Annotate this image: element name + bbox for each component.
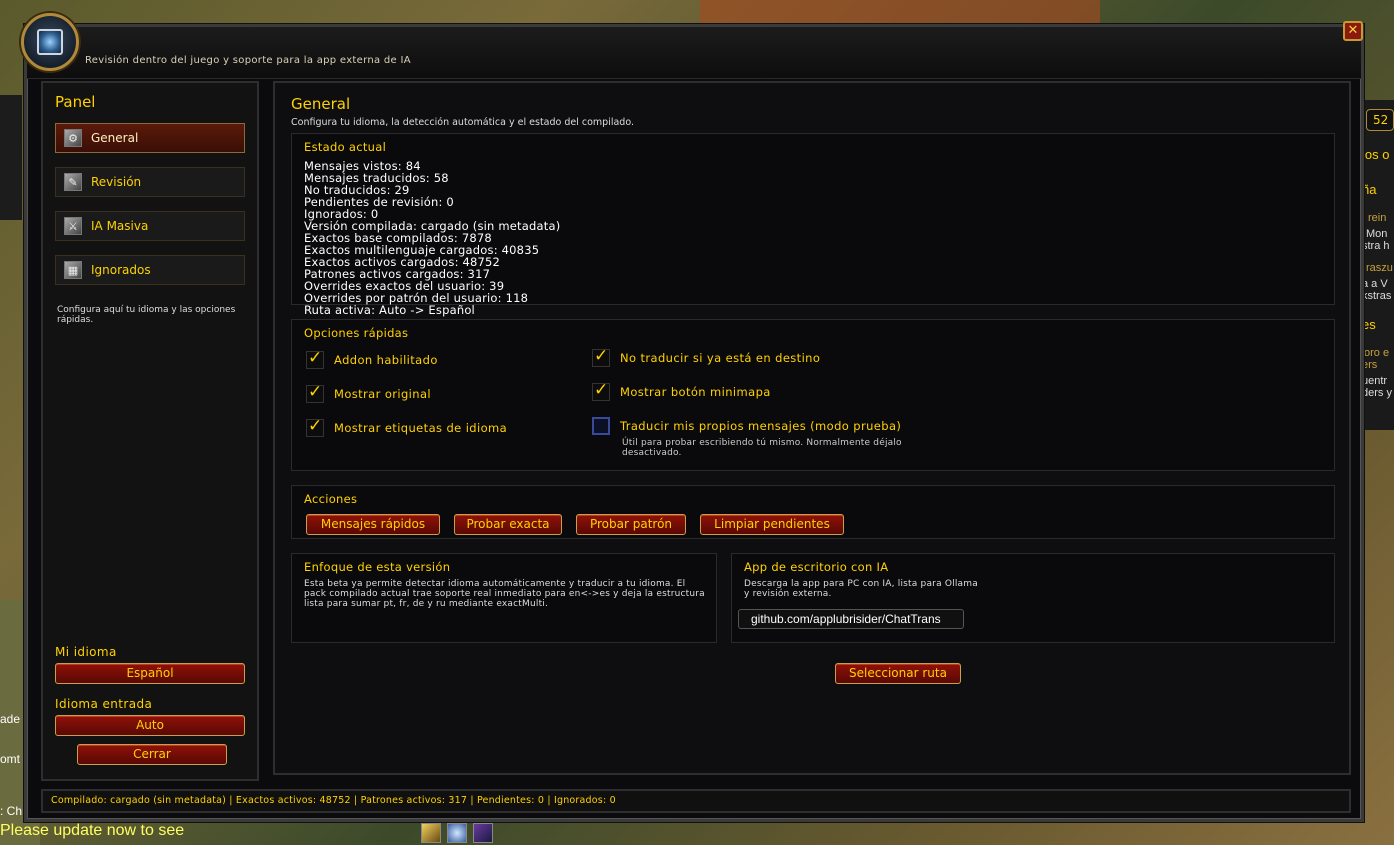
- checkmark-icon: [306, 382, 324, 403]
- background-text: oro e: [1364, 347, 1390, 359]
- window-titlebar: Revisión dentro del juego y soporte para…: [21, 13, 1363, 79]
- sidebar-item-label: Revisión: [91, 175, 142, 189]
- actions-title: Acciones: [304, 492, 358, 506]
- sidebar-help-text: Configura aquí tu idioma y las opciones …: [57, 305, 236, 325]
- action-bar-icon[interactable]: [473, 823, 493, 843]
- addon-window: Revisión dentro del juego y soporte para…: [21, 13, 1364, 822]
- test-pattern-button[interactable]: Probar patrón: [576, 514, 686, 535]
- sidebar-item-ignorados[interactable]: ▦ Ignorados: [55, 255, 245, 285]
- quick-options-section: Opciones rápidas Addon habilitado Mostra…: [291, 319, 1335, 471]
- input-language-dropdown[interactable]: Auto: [55, 715, 245, 736]
- background-text: ade: [0, 712, 21, 726]
- checkbox-label: Addon habilitado: [334, 353, 438, 367]
- desktop-app-text: Descarga la app para PC con IA, lista pa…: [744, 579, 978, 599]
- checkbox-empty-icon: [592, 417, 610, 435]
- addon-logo-icon: [37, 29, 63, 55]
- checkmark-icon: [306, 416, 324, 437]
- my-language-label: Mi idioma: [55, 645, 117, 659]
- background-text: ders y: [1362, 387, 1392, 399]
- select-path-button[interactable]: Seleccionar ruta: [835, 663, 961, 684]
- sidebar-title: Panel: [55, 93, 96, 111]
- checkbox-label: Mostrar etiquetas de idioma: [334, 421, 508, 435]
- background-text: a a V: [1362, 278, 1388, 290]
- action-bar-icon[interactable]: [447, 823, 467, 843]
- my-language-dropdown[interactable]: Español: [55, 663, 245, 684]
- checkbox-label: No traducir si ya está en destino: [620, 351, 821, 365]
- checkmark-icon: [306, 348, 324, 369]
- background-warning-text: Please update now to see: [0, 822, 185, 839]
- gear-icon: ⚙: [64, 129, 82, 147]
- addon-enabled-checkbox[interactable]: Addon habilitado: [306, 348, 438, 369]
- translate-own-messages-checkbox[interactable]: Traducir mis propios mensajes (modo prue…: [592, 417, 901, 435]
- status-bar: Compilado: cargado (sin metadata) | Exac…: [41, 789, 1351, 813]
- status-lines: Mensajes vistos: 84 Mensajes traducidos:…: [304, 160, 560, 316]
- checkbox-label: Mostrar botón minimapa: [620, 385, 771, 399]
- background-text: kstras: [1362, 290, 1392, 302]
- status-section: Estado actual Mensajes vistos: 84 Mensaj…: [291, 133, 1335, 316]
- checkbox-label: Traducir mis propios mensajes (modo prue…: [620, 419, 902, 433]
- sidebar-item-general[interactable]: ⚙ General: [55, 123, 245, 153]
- quill-icon: ✎: [64, 173, 82, 191]
- focus-section: Enfoque de esta versión Esta beta ya per…: [291, 553, 717, 643]
- status-line: Ruta activa: Auto -> Español: [304, 303, 475, 317]
- background-text: es: [1362, 317, 1376, 332]
- desktop-app-section: App de escritorio con IA Descarga la app…: [731, 553, 1335, 643]
- focus-title: Enfoque de esta versión: [304, 560, 451, 574]
- sidebar-item-ia-masiva[interactable]: ⚔ IA Masiva: [55, 211, 245, 241]
- background-text: raszu: [1366, 262, 1393, 274]
- show-language-tags-checkbox[interactable]: Mostrar etiquetas de idioma: [306, 416, 508, 437]
- close-icon[interactable]: ✕: [1343, 21, 1363, 41]
- background-text: omt: [0, 752, 21, 766]
- sidebar-item-label: Ignorados: [91, 263, 151, 277]
- focus-text: Esta beta ya permite detectar idioma aut…: [304, 579, 705, 609]
- show-minimap-button-checkbox[interactable]: Mostrar botón minimapa: [592, 380, 771, 401]
- input-language-label: Idioma entrada: [55, 697, 153, 711]
- translate-own-note: Útil para probar escribiendo tú mismo. N…: [622, 438, 902, 458]
- status-section-title: Estado actual: [304, 140, 387, 154]
- background-text: Mon: [1366, 228, 1388, 240]
- show-original-checkbox[interactable]: Mostrar original: [306, 382, 432, 403]
- background-text: : Ch: [0, 804, 23, 818]
- background-text: los o: [1362, 147, 1390, 162]
- background-text: ña: [1362, 182, 1377, 197]
- checkmark-icon: [592, 346, 610, 367]
- background-text: rein: [1368, 212, 1387, 224]
- page-subtitle: Configura tu idioma, la detección automá…: [291, 117, 634, 128]
- background-text: ers: [1362, 359, 1378, 371]
- sidebar-item-label: General: [91, 131, 139, 145]
- actions-section: Acciones Mensajes rápidos Probar exacta …: [291, 485, 1335, 539]
- desktop-app-title: App de escritorio con IA: [744, 560, 889, 574]
- main-content: General Configura tu idioma, la detecció…: [273, 81, 1351, 775]
- checkmark-icon: [592, 380, 610, 401]
- sword-icon: ⚔: [64, 217, 82, 235]
- download-url-field[interactable]: github.com/applubrisider/ChatTrans: [738, 609, 964, 629]
- skip-if-target-checkbox[interactable]: No traducir si ya está en destino: [592, 346, 821, 367]
- action-bar-icon[interactable]: [421, 823, 441, 843]
- sidebar-item-revision[interactable]: ✎ Revisión: [55, 167, 245, 197]
- background-text: uentr: [1362, 375, 1388, 387]
- close-button[interactable]: Cerrar: [77, 744, 227, 765]
- sidebar-item-label: IA Masiva: [91, 219, 149, 233]
- background-counter: 52: [1366, 109, 1394, 131]
- addon-portrait: [21, 13, 79, 71]
- sidebar: Panel ⚙ General ✎ Revisión ⚔ IA Masiva ▦…: [41, 81, 259, 781]
- test-exact-button[interactable]: Probar exacta: [454, 514, 562, 535]
- quick-options-title: Opciones rápidas: [304, 326, 409, 340]
- background-text: stra h: [1362, 240, 1390, 252]
- clear-pending-button[interactable]: Limpiar pendientes: [700, 514, 844, 535]
- window-subtitle: Revisión dentro del juego y soporte para…: [85, 55, 411, 66]
- grid-icon: ▦: [64, 261, 82, 279]
- quick-messages-button[interactable]: Mensajes rápidos: [306, 514, 440, 535]
- background-left-frame: [0, 95, 22, 220]
- page-title: General: [291, 95, 351, 113]
- checkbox-label: Mostrar original: [334, 387, 432, 401]
